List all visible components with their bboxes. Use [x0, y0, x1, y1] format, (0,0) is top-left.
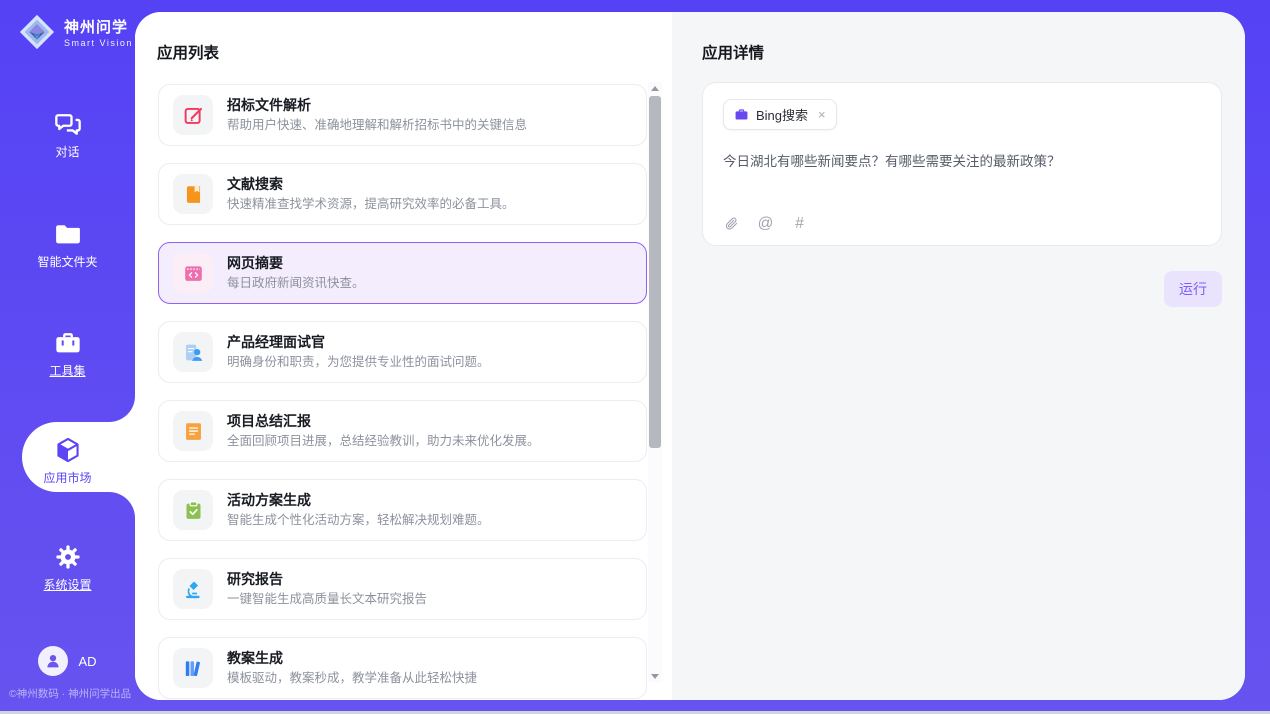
- app-card-desc: 一键智能生成高质量长文本研究报告: [227, 592, 427, 607]
- edit-square-icon: [173, 95, 213, 135]
- app-window: 神州问学 Smart Vision 对话智能文件夹工具集应用市场系统设置 AD …: [0, 0, 1270, 714]
- sidebar: 神州问学 Smart Vision 对话智能文件夹工具集应用市场系统设置 AD …: [0, 0, 135, 714]
- mention-icon[interactable]: @: [757, 215, 774, 232]
- app-card-text: 研究报告一键智能生成高质量长文本研究报告: [227, 571, 427, 607]
- app-card-招标文件解析[interactable]: 招标文件解析帮助用户快速、准确地理解和解析招标书中的关键信息: [158, 84, 647, 146]
- app-card-产品经理面试官[interactable]: 产品经理面试官明确身份和职责，为您提供专业性的面试问题。: [158, 321, 647, 383]
- app-card-text: 项目总结汇报全面回顾项目进展，总结经验教训，助力未来优化发展。: [227, 413, 540, 449]
- app-card-title: 项目总结汇报: [227, 413, 540, 430]
- active-nav-curve-bottom: [109, 492, 135, 518]
- sidebar-item-智能文件夹[interactable]: 智能文件夹: [0, 220, 135, 271]
- app-card-网页摘要[interactable]: 网页摘要每日政府新闻资讯快查。: [158, 242, 647, 304]
- interviewer-icon: [173, 332, 213, 372]
- content-panel: 应用列表 招标文件解析帮助用户快速、准确地理解和解析招标书中的关键信息文献搜索快…: [135, 12, 1245, 700]
- gear-icon: [54, 543, 82, 571]
- app-card-desc: 智能生成个性化活动方案，轻松解决规划难题。: [227, 513, 490, 528]
- folder-icon: [54, 220, 82, 248]
- run-button[interactable]: 运行: [1164, 271, 1222, 307]
- app-card-title: 产品经理面试官: [227, 334, 490, 351]
- app-card-desc: 全面回顾项目进展，总结经验教训，助力未来优化发展。: [227, 434, 540, 449]
- sidebar-item-应用市场[interactable]: 应用市场: [0, 436, 135, 487]
- microscope-icon: [173, 569, 213, 609]
- query-text[interactable]: 今日湖北有哪些新闻要点？有哪些需要关注的最新政策？: [723, 152, 1201, 172]
- sidebar-item-label: 智能文件夹: [37, 253, 97, 270]
- brand-text: 神州问学 Smart Vision: [64, 16, 133, 48]
- brand-subtitle: Smart Vision: [64, 38, 133, 48]
- app-card-text: 招标文件解析帮助用户快速、准确地理解和解析招标书中的关键信息: [227, 97, 527, 133]
- sidebar-item-label: 系统设置: [43, 576, 91, 593]
- copyright-text: ©神州数码 · 神州问学出品: [9, 686, 131, 701]
- chat-icon: [54, 110, 82, 138]
- query-card: Bing搜索 × 今日湖北有哪些新闻要点？有哪些需要关注的最新政策？ @#: [702, 82, 1222, 246]
- app-card-title: 网页摘要: [227, 255, 365, 272]
- toolbox-icon: [54, 329, 82, 357]
- scrollbar-thumb[interactable]: [649, 96, 661, 448]
- query-toolbar: @#: [723, 215, 808, 232]
- app-card-title: 研究报告: [227, 571, 427, 588]
- browser-icon: [173, 253, 213, 293]
- brand-logo: 神州问学 Smart Vision: [18, 13, 133, 51]
- app-list-title: 应用列表: [157, 41, 219, 63]
- app-card-text: 网页摘要每日政府新闻资讯快查。: [227, 255, 365, 291]
- books-icon: [173, 648, 213, 688]
- app-card-title: 文献搜索: [227, 176, 515, 193]
- app-card-活动方案生成[interactable]: 活动方案生成智能生成个性化活动方案，轻松解决规划难题。: [158, 479, 647, 541]
- app-card-desc: 每日政府新闻资讯快查。: [227, 276, 365, 291]
- user-initials: AD: [78, 654, 96, 669]
- hash-icon[interactable]: #: [791, 215, 808, 232]
- close-icon[interactable]: ×: [818, 108, 826, 121]
- book-icon: [173, 174, 213, 214]
- tool-tag[interactable]: Bing搜索 ×: [723, 99, 837, 130]
- app-card-title: 招标文件解析: [227, 97, 527, 114]
- brand-name: 神州问学: [64, 16, 133, 37]
- brand-logo-icon: [18, 13, 56, 51]
- sidebar-item-工具集[interactable]: 工具集: [0, 329, 135, 380]
- active-nav-curve-top: [109, 396, 135, 422]
- app-detail-panel: 应用详情 Bing搜索 × 今日湖北有哪些新闻要点？有哪些需要关注的最新政策？ …: [672, 12, 1245, 700]
- tool-tag-label: Bing搜索: [756, 105, 808, 124]
- scrollbar-down-arrow[interactable]: [648, 670, 662, 682]
- app-detail-title: 应用详情: [702, 41, 764, 63]
- app-card-text: 教案生成模板驱动，教案秒成，教学准备从此轻松快捷: [227, 650, 477, 686]
- app-card-desc: 快速精准查找学术资源，提高研究效率的必备工具。: [227, 197, 515, 212]
- app-card-list: 招标文件解析帮助用户快速、准确地理解和解析招标书中的关键信息文献搜索快速精准查找…: [158, 84, 647, 700]
- sidebar-item-label: 工具集: [49, 362, 85, 379]
- app-card-text: 文献搜索快速精准查找学术资源，提高研究效率的必备工具。: [227, 176, 515, 212]
- briefcase-icon: [734, 107, 749, 122]
- sidebar-item-对话[interactable]: 对话: [0, 110, 135, 161]
- scrollbar[interactable]: [648, 82, 662, 682]
- app-card-title: 活动方案生成: [227, 492, 490, 509]
- app-card-text: 活动方案生成智能生成个性化活动方案，轻松解决规划难题。: [227, 492, 490, 528]
- app-card-desc: 明确身份和职责，为您提供专业性的面试问题。: [227, 355, 490, 370]
- sidebar-item-系统设置[interactable]: 系统设置: [0, 543, 135, 594]
- app-card-研究报告[interactable]: 研究报告一键智能生成高质量长文本研究报告: [158, 558, 647, 620]
- user-row[interactable]: AD: [0, 646, 135, 676]
- app-card-text: 产品经理面试官明确身份和职责，为您提供专业性的面试问题。: [227, 334, 490, 370]
- clipboard-check-icon: [173, 490, 213, 530]
- app-card-desc: 模板驱动，教案秒成，教学准备从此轻松快捷: [227, 671, 477, 686]
- app-card-项目总结汇报[interactable]: 项目总结汇报全面回顾项目进展，总结经验教训，助力未来优化发展。: [158, 400, 647, 462]
- app-card-文献搜索[interactable]: 文献搜索快速精准查找学术资源，提高研究效率的必备工具。: [158, 163, 647, 225]
- app-card-desc: 帮助用户快速、准确地理解和解析招标书中的关键信息: [227, 118, 527, 133]
- sidebar-item-label: 对话: [55, 143, 79, 160]
- app-card-教案生成[interactable]: 教案生成模板驱动，教案秒成，教学准备从此轻松快捷: [158, 637, 647, 699]
- cube-icon: [54, 436, 82, 464]
- sidebar-item-label: 应用市场: [43, 469, 91, 486]
- memo-icon: [173, 411, 213, 451]
- app-card-title: 教案生成: [227, 650, 477, 667]
- user-icon: [44, 652, 62, 670]
- scrollbar-up-arrow[interactable]: [648, 82, 662, 94]
- app-list-panel: 应用列表 招标文件解析帮助用户快速、准确地理解和解析招标书中的关键信息文献搜索快…: [135, 12, 672, 700]
- avatar[interactable]: [38, 646, 68, 676]
- paperclip-icon[interactable]: [723, 215, 740, 232]
